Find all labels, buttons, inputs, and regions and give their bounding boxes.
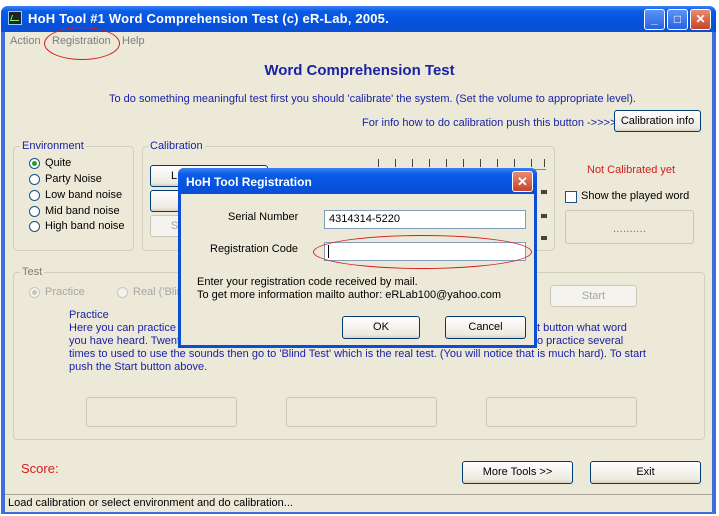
registration-code-highlight-ellipse [313, 235, 532, 269]
start-button[interactable]: Start [550, 285, 637, 307]
registration-highlight-ellipse [44, 27, 120, 60]
env-radio-high-band[interactable] [29, 221, 40, 232]
answer-box-3[interactable] [486, 397, 637, 427]
played-word-display: .......... [565, 210, 694, 244]
close-button[interactable]: ✕ [690, 9, 711, 30]
env-radio-party-noise[interactable] [29, 174, 40, 185]
dialog-title: HoH Tool Registration [186, 175, 312, 189]
env-label-high-band: High band noise [45, 220, 125, 232]
env-label-party-noise: Party Noise [45, 173, 102, 185]
practice-desc-line4: push the Start button above. [69, 361, 208, 373]
env-radio-quite[interactable] [29, 158, 40, 169]
real-blind-label: Real ('Blin [133, 286, 183, 298]
maximize-button[interactable]: □ [667, 9, 688, 30]
env-label-quite: Quite [45, 157, 72, 169]
answer-box-2[interactable] [286, 397, 437, 427]
dialog-info-line1: Enter your registration code received by… [197, 276, 418, 288]
score-label: Score: [21, 461, 59, 476]
practice-desc-line2-left: you have heard. Twent [69, 335, 181, 347]
practice-desc-line2-right: o practice several [537, 335, 624, 347]
practice-desc-line1-right: t button what word [537, 322, 627, 334]
answer-box-1[interactable] [86, 397, 237, 427]
environment-label: Environment [20, 140, 86, 152]
dialog-info-line2: To get more information mailto author: e… [197, 289, 502, 301]
window-title: HoH Tool #1 Word Comprehension Test (c) … [28, 11, 389, 26]
test-label: Test [20, 266, 45, 278]
show-word-label: Show the played word [581, 190, 690, 202]
page-title: Word Comprehension Test [264, 62, 455, 79]
calibration-label: Calibration [148, 140, 205, 152]
env-radio-low-band[interactable] [29, 190, 40, 201]
real-blind-radio[interactable] [117, 287, 128, 298]
dialog-close-button[interactable]: ✕ [512, 171, 533, 192]
ok-button[interactable]: OK [342, 316, 420, 339]
menu-action[interactable]: Action [10, 35, 41, 47]
calibration-info-button[interactable]: Calibration info [614, 110, 701, 132]
calibration-hint-text: For info how to do calibration push this… [362, 117, 617, 129]
slider-marker [541, 214, 547, 218]
env-label-mid-band: Mid band noise [45, 205, 120, 217]
serial-number-field[interactable]: 4314314-5220 [324, 210, 526, 229]
practice-desc-title: Practice [69, 309, 109, 321]
practice-desc-line1-left: Here you can practice [69, 322, 176, 334]
minimize-button[interactable]: _ [644, 9, 665, 30]
more-tools-button[interactable]: More Tools >> [462, 461, 573, 484]
practice-radio[interactable] [29, 287, 40, 298]
menu-help[interactable]: Help [122, 35, 145, 47]
app-icon[interactable] [8, 11, 22, 25]
cancel-button[interactable]: Cancel [445, 316, 526, 339]
status-bar: Load calibration or select environment a… [5, 494, 712, 512]
serial-number-label: Serial Number [228, 211, 299, 223]
registration-code-label: Registration Code [210, 243, 299, 255]
env-radio-mid-band[interactable] [29, 206, 40, 217]
exit-button[interactable]: Exit [590, 461, 701, 484]
show-word-checkbox[interactable] [565, 191, 577, 203]
slider-marker [541, 236, 547, 240]
env-label-low-band: Low band noise [45, 189, 123, 201]
intro-text: To do something meaningful test first yo… [109, 93, 636, 105]
practice-desc-line3: times to used to use the sounds then go … [69, 348, 646, 360]
calibration-status: Not Calibrated yet [587, 164, 676, 176]
practice-label: Practice [45, 286, 85, 298]
slider-marker [541, 190, 547, 194]
